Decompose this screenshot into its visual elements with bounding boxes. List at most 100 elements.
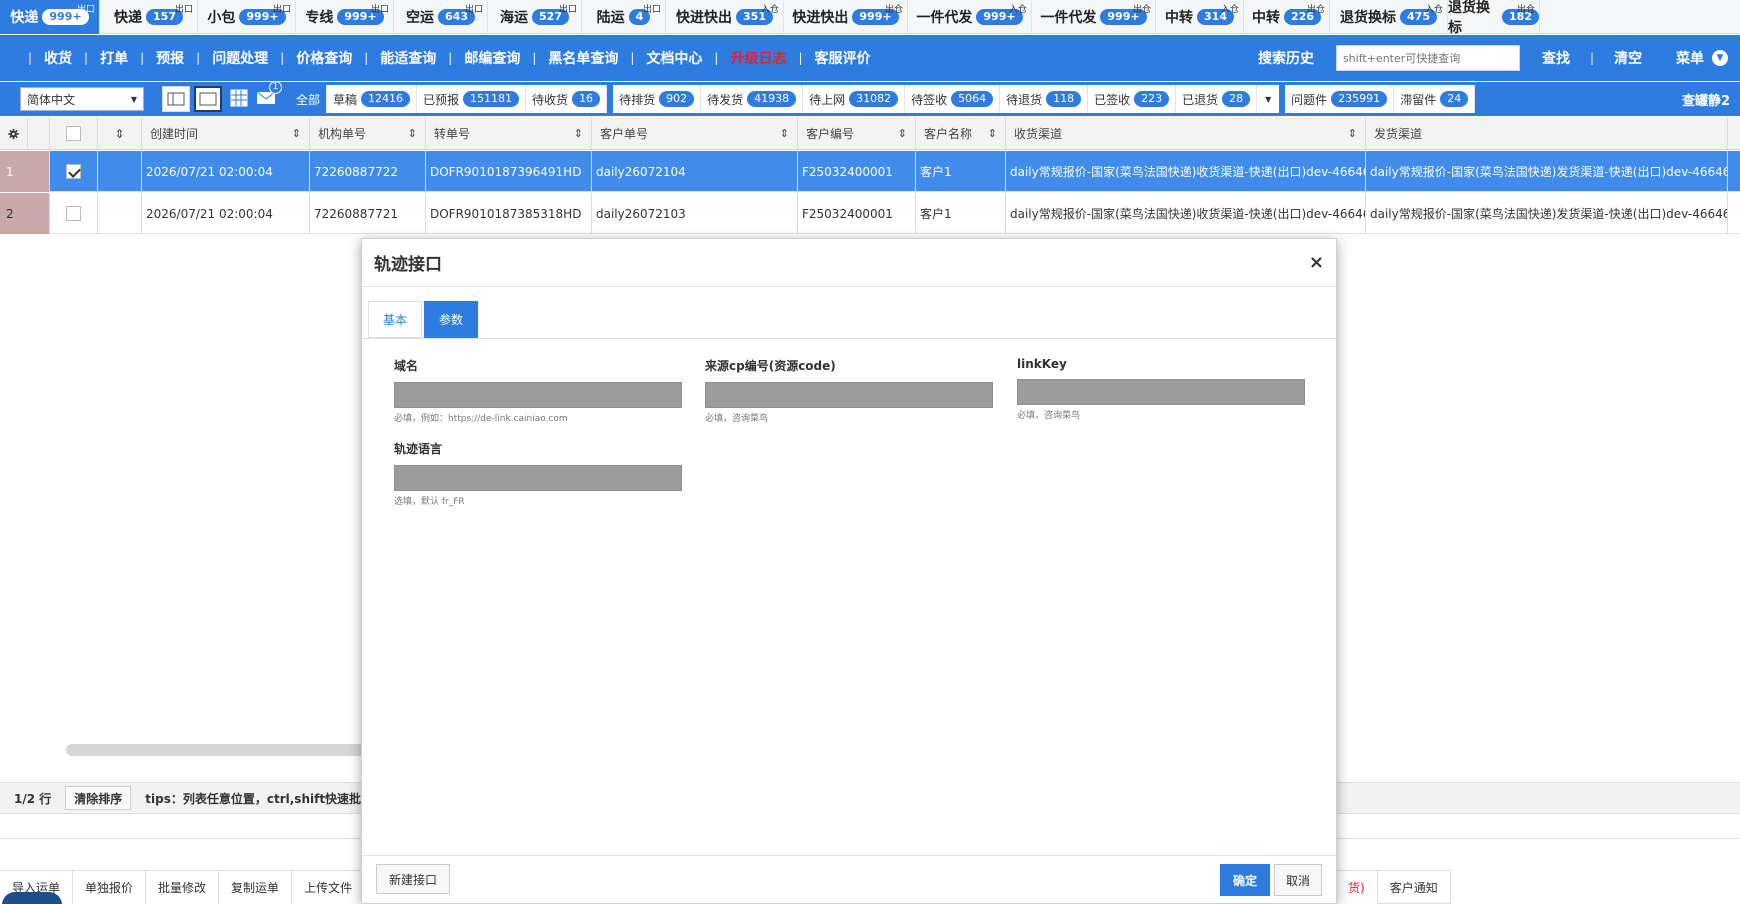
layout-full-icon[interactable] (194, 86, 222, 112)
status-filter-chip[interactable]: 已退货 28 (1176, 85, 1258, 113)
horizontal-scrollbar[interactable] (66, 744, 366, 756)
sort-icon[interactable]: ⇕ (292, 127, 301, 140)
top-tab[interactable]: 快进快出 351 入仓 (666, 0, 784, 34)
action-button[interactable]: 复制运单 (219, 870, 293, 904)
column-header-label: 客户单号 (600, 127, 649, 141)
top-tab[interactable]: 空运 643 出口 (394, 0, 488, 34)
action-button[interactable]: 单独报价 (73, 870, 147, 904)
status-filter-chip[interactable]: 全部 (290, 85, 328, 113)
sort-icon[interactable]: ⇕ (898, 127, 907, 140)
nav-item[interactable]: 黑名单查询 (548, 48, 618, 68)
customer-notify-button[interactable]: 客户通知 (1376, 870, 1451, 904)
column-header[interactable]: 机构单号 ⇕ (310, 117, 426, 150)
help-icon[interactable] (2, 892, 62, 904)
chevron-down-icon[interactable]: ▼ (1712, 50, 1728, 66)
top-tab-label: 退货换标 (1448, 0, 1490, 36)
select-all-header[interactable] (50, 117, 98, 150)
nav-item[interactable]: 升级日志 (730, 48, 786, 68)
nav-item[interactable]: 打单 (100, 48, 128, 68)
grid-view-icon[interactable] (230, 89, 248, 110)
column-header[interactable]: 发货渠道 (1366, 117, 1728, 150)
filter-right-label[interactable]: 查罐静2 (1682, 90, 1730, 109)
field-input[interactable] (705, 382, 993, 408)
top-tab[interactable]: 海运 527 出口 (488, 0, 582, 34)
column-header[interactable]: 收货渠道 ⇕ (1006, 117, 1366, 150)
select-all-checkbox[interactable] (66, 126, 81, 141)
status-filter-chip[interactable]: 草稿 12416 (327, 85, 418, 113)
nav-item[interactable]: 问题处理 (212, 48, 268, 68)
status-filter-chip[interactable]: 待收货 16 (526, 85, 608, 113)
status-filter-chip[interactable]: 待上网 31082 (803, 85, 906, 113)
top-tab[interactable]: 专线 999+ 出口 (296, 0, 394, 34)
mail-icon[interactable]: 1 (256, 80, 282, 109)
status-filter-chip[interactable]: 问题件 235991 (1285, 85, 1395, 113)
row-checkbox[interactable] (66, 206, 81, 221)
sort-icon[interactable]: ⇕ (1348, 127, 1357, 140)
field-input[interactable] (394, 465, 682, 491)
top-tab[interactable]: 一件代发 999+ 入仓 (908, 0, 1032, 34)
column-header[interactable]: 客户单号 ⇕ (592, 117, 798, 150)
row-checkbox-cell[interactable] (50, 193, 98, 234)
column-header[interactable]: 客户名称 ⇕ (916, 117, 1006, 150)
menu-button[interactable]: 菜单 (1676, 48, 1704, 68)
top-tab[interactable]: 快递 999+ 出口 (0, 0, 100, 34)
field-input[interactable] (394, 382, 682, 408)
sort-icon[interactable]: ⇕ (114, 127, 124, 141)
column-header[interactable]: 转单号 ⇕ (426, 117, 592, 150)
close-icon[interactable]: × (1309, 252, 1324, 273)
top-tab[interactable]: 小包 999+ 出口 (198, 0, 296, 34)
status-filter-chip[interactable]: 待排货 902 (613, 85, 702, 113)
nav-item[interactable]: 能适查询 (380, 48, 436, 68)
sort-header[interactable]: ⇕ (98, 117, 142, 150)
nav-item[interactable]: 价格查询 (296, 48, 352, 68)
nav-item[interactable]: 文档中心 (646, 48, 702, 68)
status-filter-chip[interactable]: 已签收 223 (1088, 85, 1177, 113)
status-filter-chip[interactable]: 待发货 41938 (701, 85, 804, 113)
sort-icon[interactable]: ⇕ (574, 127, 583, 140)
top-tab-tag: 出仓 (1306, 5, 1325, 15)
top-tab[interactable]: 快进快出 999+ 出仓 (784, 0, 908, 34)
status-filter-chip[interactable]: 已预报 151181 (417, 85, 527, 113)
nav-item[interactable]: 预报 (156, 48, 184, 68)
nav-item[interactable]: 收货 (44, 48, 72, 68)
clear-button[interactable]: 清空 (1614, 48, 1642, 68)
row-checkbox[interactable] (66, 164, 81, 179)
nav-item[interactable]: 客服评价 (815, 48, 871, 68)
status-filter-chip[interactable]: 待退货 118 (1000, 85, 1089, 113)
top-tab[interactable]: 中转 314 入仓 (1156, 0, 1244, 34)
find-button[interactable]: 查找 (1542, 48, 1570, 68)
modal-tab[interactable]: 参数 (424, 301, 479, 338)
top-tab[interactable]: 退货换标 475 入仓 (1330, 0, 1448, 34)
nav-item[interactable]: 邮编查询 (464, 48, 520, 68)
action-button[interactable]: 批量修改 (146, 870, 220, 904)
new-interface-button[interactable]: 新建接口 (376, 864, 451, 894)
action-partial-label[interactable]: 货) (1336, 870, 1377, 904)
settings-gear-icon[interactable] (0, 117, 28, 150)
table-row[interactable]: 2 2026/07/21 02:00:04 72260887721 DOFR90101… (0, 193, 1740, 234)
sort-icon[interactable]: ⇕ (780, 127, 789, 140)
language-select[interactable]: 简体中文 ▼ (20, 87, 144, 111)
status-filter-chip[interactable]: 滞留件 24 (1394, 85, 1476, 113)
modal-tab[interactable]: 基本 (368, 301, 423, 338)
top-tab[interactable]: 退货换标 182 出仓 (1448, 0, 1540, 36)
table-row[interactable]: 1 2026/07/21 02:00:04 72260887722 DOFR90101… (0, 151, 1740, 192)
top-tab[interactable]: 中转 226 出仓 (1244, 0, 1330, 34)
confirm-button[interactable]: 确定 (1220, 864, 1270, 896)
top-tab[interactable]: 一件代发 999+ 出仓 (1032, 0, 1156, 34)
row-checkbox-cell[interactable] (50, 151, 98, 192)
more-filters-icon[interactable]: ▼ (1257, 85, 1280, 113)
field-input[interactable] (1017, 379, 1305, 405)
status-filter-chip[interactable]: 待签收 5064 (905, 85, 1001, 113)
cancel-button[interactable]: 取消 (1274, 864, 1322, 896)
top-tab[interactable]: 快递 157 出口 (100, 0, 198, 34)
sort-icon[interactable]: ⇕ (408, 127, 417, 140)
column-header[interactable]: 客户编号 ⇕ (798, 117, 916, 150)
clear-sort-button[interactable]: 清除排序 (65, 786, 132, 810)
quick-search-input[interactable] (1335, 45, 1520, 71)
search-history-button[interactable]: 搜索历史 (1258, 48, 1314, 68)
layout-left-icon[interactable] (162, 86, 190, 112)
sort-icon[interactable]: ⇕ (988, 127, 997, 140)
action-button[interactable]: 上传文件 (292, 870, 366, 904)
column-header[interactable]: 创建时间 ⇕ (142, 117, 310, 150)
top-tab[interactable]: 陆运 4 出口 (582, 0, 666, 34)
